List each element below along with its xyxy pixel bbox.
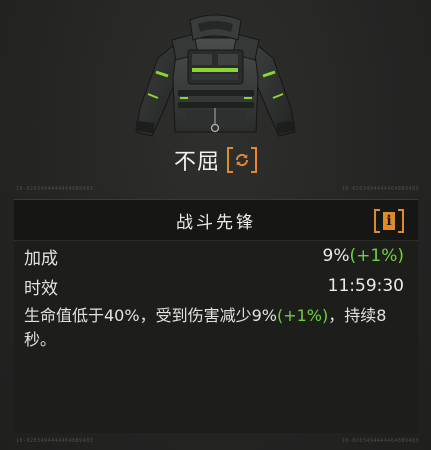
tactical-jacket-icon <box>135 14 296 137</box>
stat-row-bonus: 加成 9%(+1%) <box>14 241 418 271</box>
perk-panel: 战斗先锋 i 加成 9%(+1%) 时效 11:59:30 生命值低于40%，受… <box>14 199 418 433</box>
swap-button[interactable] <box>227 147 257 173</box>
info-button[interactable]: i <box>374 209 404 233</box>
item-tooltip-card: 不屈 10-02034944444648B9483 10-02034944444… <box>0 0 431 450</box>
description-bonus: (+1%) <box>276 306 329 325</box>
description-text: 生命值低于40%，受到伤害减少9% <box>24 306 277 325</box>
stat-label: 加成 <box>24 248 58 269</box>
serial-code-bottom-right: 10-02034944444648B9483 <box>341 438 419 444</box>
item-name: 不屈 <box>173 150 220 175</box>
swap-cycle-icon <box>235 153 249 167</box>
item-name-row: 不屈 <box>0 145 431 175</box>
bracket-right <box>251 147 257 173</box>
stat-value-bonus: (+1%) <box>349 246 404 266</box>
bracket-left <box>227 147 233 173</box>
perk-header: 战斗先锋 i <box>14 200 418 241</box>
stat-value: 11:59:30 <box>327 276 404 296</box>
perk-description: 生命值低于40%，受到伤害减少9%(+1%)，持续8秒。 <box>14 301 418 352</box>
info-icon: i <box>383 212 395 230</box>
bracket-left <box>374 209 380 233</box>
stat-label: 时效 <box>24 278 58 299</box>
stat-value: 9%(+1%) <box>323 246 404 266</box>
stat-row-duration: 时效 11:59:30 <box>14 271 418 301</box>
serial-code-top-right: 10-02034944444648B9483 <box>341 186 419 192</box>
serial-code-top-left: 10-02034944444648B9483 <box>16 186 94 192</box>
bracket-right <box>398 209 404 233</box>
perk-title: 战斗先锋 <box>176 212 256 233</box>
stat-value-main: 9% <box>322 246 350 266</box>
serial-code-bottom-left: 10-02034944444648B9483 <box>16 438 94 444</box>
